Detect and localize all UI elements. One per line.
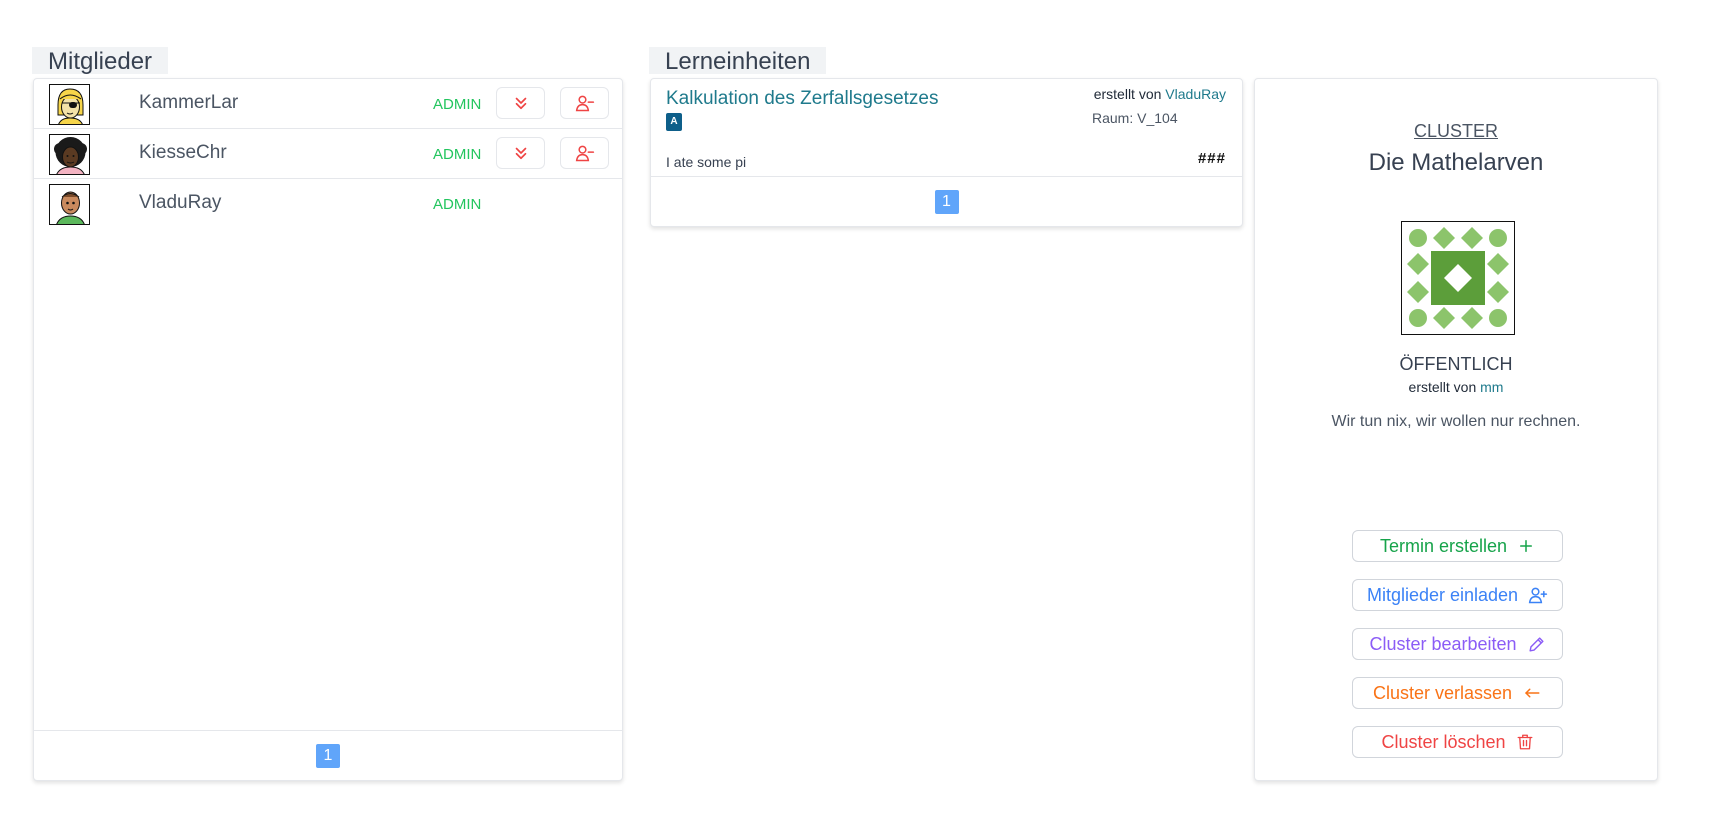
lesson-description: I ate some pi — [666, 154, 747, 170]
cluster-visibility: ÖFFENTLICH — [1399, 354, 1513, 374]
remove-member-button[interactable] — [560, 87, 609, 119]
arrow-left-icon — [1525, 688, 1540, 698]
button-label: Cluster löschen — [1381, 731, 1506, 752]
edit-cluster-button[interactable]: Cluster bearbeiten — [1352, 628, 1563, 660]
pagination: 1 — [34, 730, 622, 780]
role-badge: ADMIN — [433, 196, 482, 213]
cluster-label: CLUSTER — [1413, 121, 1498, 141]
lesson-creator: erstellt von VladuRay — [1094, 86, 1226, 102]
demote-button[interactable] — [496, 137, 545, 169]
pagination: 1 — [651, 176, 1242, 226]
user-minus-icon — [575, 145, 594, 162]
creator-link[interactable]: mm — [1480, 379, 1503, 395]
creator-link[interactable]: VladuRay — [1165, 86, 1226, 102]
member-row: VladuRay ADMIN — [34, 179, 622, 229]
cluster-name: Die Mathelarven — [1368, 149, 1544, 176]
lesson-room: Raum: V_104 — [1092, 110, 1178, 126]
leave-cluster-button[interactable]: Cluster verlassen — [1352, 677, 1563, 709]
trash-icon — [1517, 734, 1532, 750]
members-card: KammerLar ADMIN KiesseChr ADMIN VladuRay… — [33, 78, 623, 781]
create-appointment-button[interactable]: Termin erstellen — [1352, 530, 1563, 562]
role-badge: ADMIN — [433, 146, 482, 163]
lessons-title: Lerneinheiten — [649, 47, 827, 75]
invite-members-button[interactable]: Mitglieder einladen — [1352, 579, 1563, 611]
user-plus-icon — [1528, 587, 1548, 604]
button-label: Termin erstellen — [1379, 535, 1508, 556]
page-button[interactable]: 1 — [316, 743, 340, 768]
member-row: KiesseChr ADMIN — [34, 129, 622, 179]
avatar[interactable] — [49, 184, 90, 225]
lesson-title[interactable]: Kalkulation des Zerfallsgesetzes — [666, 88, 938, 110]
delete-cluster-button[interactable]: Cluster löschen — [1352, 726, 1563, 758]
role-badge: ADMIN — [433, 96, 482, 113]
pencil-icon — [1529, 636, 1544, 652]
remove-member-button[interactable] — [560, 137, 609, 169]
chevrons-down-icon — [515, 97, 526, 110]
member-name: VladuRay — [139, 192, 222, 213]
lesson-tag: ### — [1197, 150, 1226, 167]
member-name: KiesseChr — [139, 142, 227, 163]
member-name: KammerLar — [139, 92, 239, 113]
plus-icon — [1520, 540, 1533, 552]
button-label: Mitglieder einladen — [1366, 584, 1519, 605]
member-row: KammerLar ADMIN — [34, 79, 622, 129]
avatar[interactable] — [49, 134, 90, 175]
created-by-label: erstellt von — [1408, 379, 1477, 395]
created-by-label: erstellt von — [1093, 86, 1162, 102]
lessons-card: Kalkulation des Zerfallsgesetzes A erste… — [650, 78, 1243, 227]
avatar[interactable] — [49, 84, 90, 125]
user-minus-icon — [575, 95, 594, 112]
lesson-badge: A — [666, 113, 682, 131]
lesson-item[interactable]: Kalkulation des Zerfallsgesetzes A erste… — [651, 79, 1242, 177]
button-label: Cluster bearbeiten — [1369, 633, 1517, 654]
cluster-description: Wir tun nix, wir wollen nur rechnen. — [1331, 413, 1581, 430]
cluster-identicon — [1401, 221, 1515, 335]
cluster-creator: erstellt von mm — [1255, 379, 1657, 395]
cluster-card: CLUSTER Die Mathelarven ÖFFENTLICH erste… — [1254, 78, 1658, 781]
button-label: Cluster verlassen — [1372, 682, 1513, 703]
chevrons-down-icon — [515, 147, 526, 160]
page-button[interactable]: 1 — [934, 189, 959, 214]
members-title: Mitglieder — [32, 47, 169, 75]
demote-button[interactable] — [496, 87, 545, 119]
